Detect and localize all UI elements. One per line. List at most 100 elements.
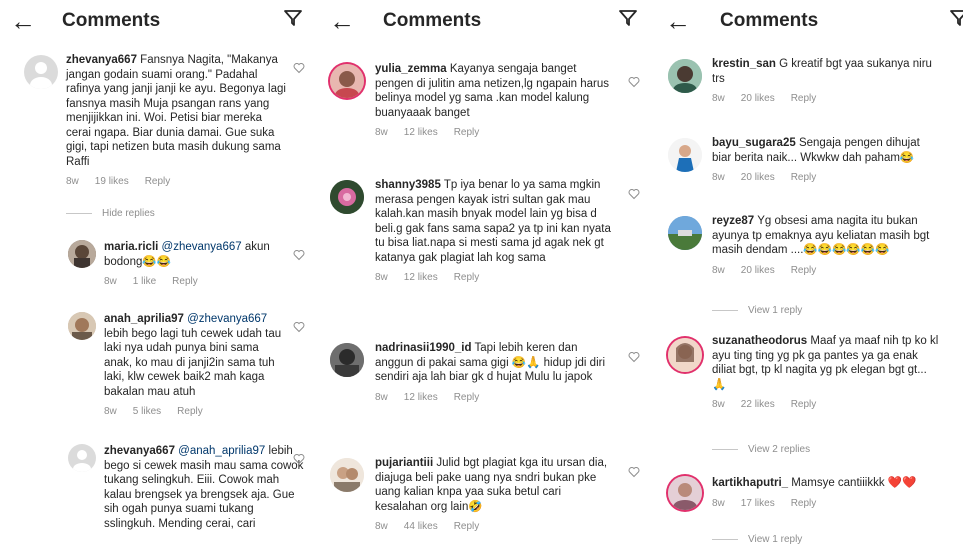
comments-header: ← Comments xyxy=(0,0,321,44)
like-heart-icon[interactable] xyxy=(293,321,305,333)
comment-likes[interactable]: 12 likes xyxy=(404,272,438,283)
comment-age: 8w xyxy=(375,127,388,138)
comment-likes[interactable]: 1 like xyxy=(133,276,156,287)
reply-button[interactable]: Reply xyxy=(177,406,203,417)
comment-likes[interactable]: 22 likes xyxy=(741,399,775,410)
avatar[interactable] xyxy=(330,343,364,377)
view-replies-toggle[interactable]: View 2 replies xyxy=(712,444,810,455)
comment-age: 8w xyxy=(375,391,388,403)
comment-likes[interactable]: 20 likes xyxy=(741,93,775,104)
avatar[interactable] xyxy=(68,240,96,268)
comments-header: ← Comments xyxy=(321,0,651,44)
page-title: Comments xyxy=(720,10,819,31)
like-heart-icon[interactable] xyxy=(628,351,640,363)
reply-button[interactable]: Reply xyxy=(454,521,480,532)
filter-icon[interactable] xyxy=(949,8,963,30)
like-heart-icon[interactable] xyxy=(628,76,640,88)
comment-age: 8w xyxy=(66,176,79,187)
comment-text: Tp iya benar lo ya sama mgkin merasa pen… xyxy=(375,179,611,264)
comment-username[interactable]: yulia_zemma xyxy=(375,63,447,75)
reply-button[interactable]: Reply xyxy=(791,265,817,276)
comment-text: Fansnya Nagita, "Makanya jangan godain s… xyxy=(66,54,286,168)
comment-username[interactable]: maria.ricli xyxy=(104,241,158,253)
like-heart-icon[interactable] xyxy=(293,249,305,261)
filter-icon[interactable] xyxy=(283,8,305,30)
comment-age: 8w xyxy=(375,521,388,532)
avatar[interactable] xyxy=(68,444,96,472)
page-title: Comments xyxy=(383,10,482,31)
comment-username[interactable]: reyze87 xyxy=(712,215,754,227)
comment-meta: 8w 17 likes Reply xyxy=(712,497,944,512)
comment-text: Mamsye cantiiikkk ❤️❤️ xyxy=(791,477,917,489)
comments-panel-1: ← Comments zhevanya667 Fansnya Nagita, "… xyxy=(0,0,321,546)
mention-link[interactable]: @zhevanya667 xyxy=(187,313,267,325)
reply-button[interactable]: Reply xyxy=(145,176,171,187)
reply-button[interactable]: Reply xyxy=(172,276,198,287)
comment-username[interactable]: bayu_sugara25 xyxy=(712,137,796,149)
mention-link[interactable]: @anah_aprilia97 xyxy=(178,445,265,457)
comment-meta: 8w 22 likes Reply xyxy=(712,398,944,413)
like-heart-icon[interactable] xyxy=(628,466,640,478)
comment-username[interactable]: zhevanya667 xyxy=(66,54,137,66)
avatar[interactable] xyxy=(668,216,702,250)
comment-username[interactable]: nadrinasii1990_id xyxy=(375,342,472,354)
comment-age: 8w xyxy=(712,497,725,509)
avatar[interactable] xyxy=(668,476,702,510)
avatar[interactable] xyxy=(68,312,96,340)
comment-meta: 8w 20 likes Reply xyxy=(712,171,940,186)
reply-button[interactable]: Reply xyxy=(454,127,480,138)
back-arrow-icon[interactable]: ← xyxy=(10,6,36,36)
comment-likes[interactable]: 17 likes xyxy=(741,498,775,509)
comment-likes[interactable]: 12 likes xyxy=(404,392,438,403)
avatar[interactable] xyxy=(668,138,702,172)
reply-button[interactable]: Reply xyxy=(791,498,817,509)
avatar[interactable] xyxy=(330,458,364,492)
avatar[interactable] xyxy=(668,59,702,93)
comments-panel-2: ← Comments yulia_zemma Kayanya sengaja b… xyxy=(321,0,651,546)
hide-replies-toggle[interactable]: Hide replies xyxy=(66,208,155,219)
comment-username[interactable]: krestin_san xyxy=(712,58,776,70)
comment-username[interactable]: pujariantiii xyxy=(375,457,433,469)
comment-meta: 8w 1 like Reply xyxy=(104,275,282,290)
comment-username[interactable]: zhevanya667 xyxy=(104,445,175,457)
avatar[interactable] xyxy=(668,338,702,372)
comments-panel-3: ← Comments krestin_san G kreatif bgt yaa… xyxy=(651,0,963,546)
like-heart-icon[interactable] xyxy=(293,453,305,465)
comment-meta: 8w 20 likes Reply xyxy=(712,92,940,107)
comment-likes[interactable]: 5 likes xyxy=(133,406,161,417)
comment-likes[interactable]: 20 likes xyxy=(741,172,775,183)
reply-button[interactable]: Reply xyxy=(791,399,817,410)
reply-button[interactable]: Reply xyxy=(454,392,480,403)
avatar[interactable] xyxy=(24,55,58,89)
comment-likes[interactable]: 44 likes xyxy=(404,521,438,532)
reply-button[interactable]: Reply xyxy=(791,172,817,183)
comment-meta: 8w 12 likes Reply xyxy=(375,391,615,406)
mention-link[interactable]: @zhevanya667 xyxy=(162,241,242,253)
comment-meta: 8w 12 likes Reply xyxy=(375,126,615,141)
reply-button[interactable]: Reply xyxy=(454,272,480,283)
comment-username[interactable]: anah_aprilia97 xyxy=(104,313,184,325)
comment-age: 8w xyxy=(712,93,725,104)
comment-username[interactable]: shanny3985 xyxy=(375,179,441,191)
reply-button[interactable]: Reply xyxy=(791,93,817,104)
view-replies-toggle[interactable]: View 1 reply xyxy=(712,534,802,545)
comment-likes[interactable]: 20 likes xyxy=(741,265,775,276)
comments-header: ← Comments xyxy=(651,0,963,44)
back-arrow-icon[interactable]: ← xyxy=(329,6,355,36)
comment-meta: 8w 44 likes Reply xyxy=(375,520,615,535)
comment-username[interactable]: kartikhaputri_ xyxy=(712,477,788,489)
avatar[interactable] xyxy=(330,64,364,98)
like-heart-icon[interactable] xyxy=(628,188,640,200)
comment-text: lebih bego si cewek masih mau sama cowok… xyxy=(104,445,304,530)
view-replies-toggle[interactable]: View 1 reply xyxy=(712,305,802,316)
comment-likes[interactable]: 12 likes xyxy=(404,127,438,138)
comment-username[interactable]: suzanatheodorus xyxy=(712,335,807,347)
back-arrow-icon[interactable]: ← xyxy=(665,6,691,36)
like-heart-icon[interactable] xyxy=(293,62,305,74)
comment-age: 8w xyxy=(375,272,388,283)
avatar[interactable] xyxy=(330,180,364,214)
filter-icon[interactable] xyxy=(618,8,640,30)
comment-age: 8w xyxy=(104,406,117,417)
page-title: Comments xyxy=(62,10,161,31)
comment-likes[interactable]: 19 likes xyxy=(95,176,129,187)
